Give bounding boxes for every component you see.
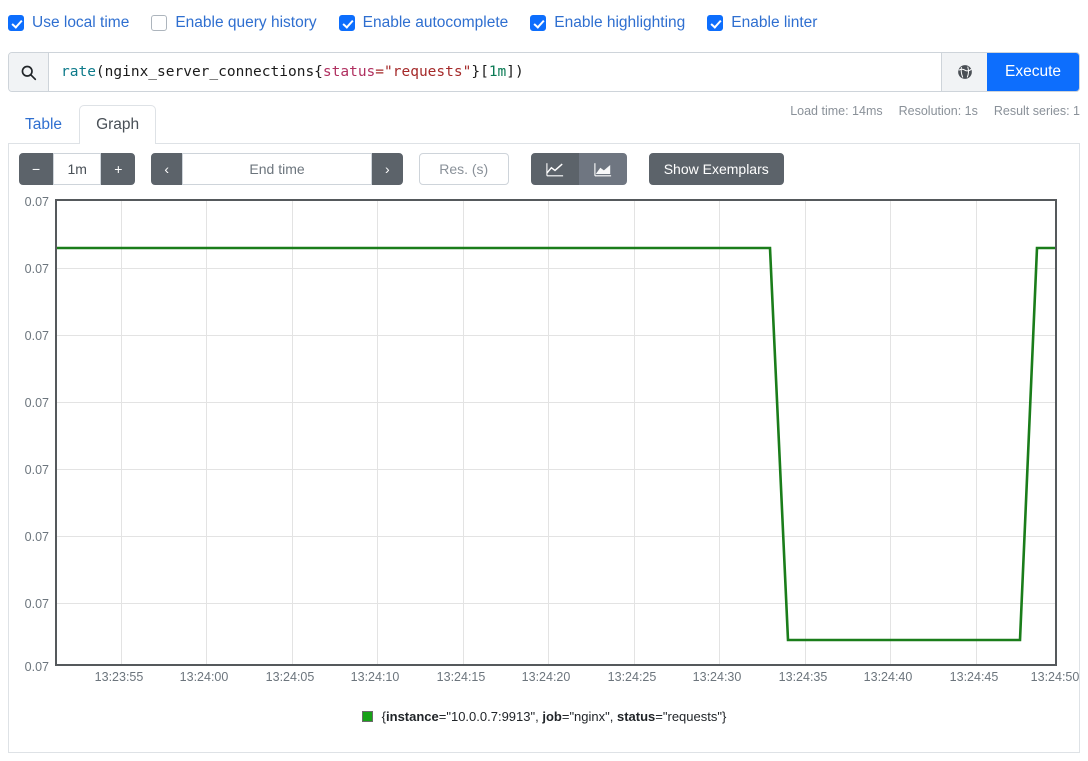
globe-icon[interactable]: [941, 53, 987, 91]
legend-value: "requests": [662, 709, 722, 724]
execute-button[interactable]: Execute: [987, 53, 1079, 91]
y-tick-label: 0.07: [24, 396, 49, 410]
x-tick-label: 13:24:20: [521, 670, 571, 684]
x-tick-label: 13:24:10: [350, 670, 400, 684]
y-tick-label: 0.07: [24, 262, 49, 276]
checkbox-enable-linter[interactable]: [707, 15, 724, 31]
query-token-open-paren: (: [95, 64, 105, 80]
query-token-equals: =: [375, 64, 385, 80]
option-enable-query-history[interactable]: Enable query history: [151, 14, 317, 32]
x-tick-label: 13:24:05: [265, 670, 315, 684]
resolution-input[interactable]: Res. (s): [418, 153, 509, 185]
chart-type-toggle: [530, 153, 627, 185]
checkbox-enable-query-history[interactable]: [151, 15, 168, 31]
query-token-open-brace: {: [314, 64, 323, 80]
y-tick-label: 0.07: [24, 597, 49, 611]
option-label-enable-query-history: Enable query history: [175, 14, 317, 32]
y-tick-label: 0.07: [24, 463, 49, 477]
line-chart-icon[interactable]: [530, 153, 579, 185]
y-tick-label: 0.07: [24, 660, 49, 674]
query-bar: rate(nginx_server_connections{status = "re…: [8, 52, 1080, 92]
legend-item[interactable]: {instance="10.0.0.7:9913", job="nginx", …: [361, 709, 727, 724]
option-label-enable-highlighting: Enable highlighting: [554, 14, 686, 32]
show-exemplars-button[interactable]: Show Exemplars: [648, 153, 784, 185]
result-tabs-row: Table Graph Load time: 14ms Resolution: …: [8, 100, 1080, 144]
x-tick-label: 13:24:25: [607, 670, 657, 684]
query-token-close-bracket: ]: [506, 64, 516, 80]
x-axis-labels: 13:23:55 13:24:00 13:24:05 13:24:10 13:2…: [55, 670, 1080, 692]
graph-legend: {instance="10.0.0.7:9913", job="nginx", …: [9, 709, 1079, 724]
search-icon: [9, 53, 49, 91]
x-tick-label: 13:24:45: [949, 670, 999, 684]
option-label-enable-autocomplete: Enable autocomplete: [362, 14, 509, 32]
query-token-close-brace: }: [471, 64, 481, 80]
x-tick-label: 13:24:15: [436, 670, 486, 684]
y-axis-labels: 0.07 0.07 0.07 0.07 0.07 0.07 0.07 0.07: [9, 194, 55, 674]
graph-plot: 0.07 0.07 0.07 0.07 0.07 0.07 0.07 0.07: [9, 194, 1081, 684]
option-enable-linter[interactable]: Enable linter: [707, 15, 817, 31]
y-tick-label: 0.07: [24, 530, 49, 544]
y-tick-label: 0.07: [24, 329, 49, 343]
legend-key: instance: [386, 709, 439, 724]
legend-value: "nginx": [569, 709, 610, 724]
legend-color-swatch: [361, 711, 373, 722]
x-tick-label: 13:24:35: [778, 670, 828, 684]
query-token-open-bracket: [: [480, 64, 489, 80]
stat-resolution: Resolution: 1s: [898, 104, 978, 118]
query-token-metric: nginx_server_connections: [104, 64, 315, 80]
x-tick-label: 13:23:55: [94, 670, 144, 684]
result-tabs: Table Graph: [8, 100, 157, 144]
query-stats: Load time: 14ms Resolution: 1s Result se…: [790, 104, 1080, 118]
query-token-label: status: [322, 64, 376, 80]
range-decrease-button[interactable]: −: [19, 153, 54, 185]
legend-key: job: [542, 709, 562, 724]
tab-table[interactable]: Table: [8, 105, 79, 144]
option-label-use-local-time: Use local time: [32, 14, 130, 32]
query-options-row: Use local time Enable query history Enab…: [0, 0, 1088, 46]
range-increase-button[interactable]: +: [101, 153, 136, 185]
graph-panel: − 1m + ‹ End time › Res. (s) Show Exempl…: [8, 144, 1080, 753]
y-tick-label: 0.07: [24, 195, 49, 209]
tab-graph[interactable]: Graph: [79, 104, 157, 144]
end-time-next-button[interactable]: ›: [372, 153, 403, 185]
checkbox-enable-autocomplete[interactable]: [338, 15, 355, 31]
checkbox-enable-highlighting[interactable]: [530, 15, 547, 31]
graph-controls: − 1m + ‹ End time › Res. (s) Show Exempl…: [9, 144, 1079, 194]
query-token-value: "requests": [384, 64, 472, 80]
option-enable-highlighting[interactable]: Enable highlighting: [530, 15, 685, 31]
option-label-enable-linter: Enable linter: [731, 14, 818, 32]
end-time-input[interactable]: End time: [182, 153, 373, 185]
end-time-prev-button[interactable]: ‹: [151, 153, 183, 185]
stacked-area-chart-icon[interactable]: [578, 153, 627, 185]
x-tick-label: 13:24:30: [692, 670, 742, 684]
checkbox-use-local-time[interactable]: [8, 15, 24, 31]
option-enable-autocomplete[interactable]: Enable autocomplete: [338, 14, 509, 32]
series-line: [57, 201, 1055, 664]
query-token-function: rate: [61, 64, 96, 80]
legend-key: status: [616, 709, 656, 724]
query-token-duration: 1m: [488, 64, 507, 80]
legend-value: "10.0.0.7:9913": [446, 709, 536, 724]
stat-result-series: Result series: 1: [993, 104, 1080, 118]
x-tick-label: 13:24:50: [1030, 670, 1080, 684]
end-time-navigator: ‹ End time ›: [151, 153, 403, 185]
option-use-local-time[interactable]: Use local time: [8, 15, 129, 31]
stat-load-time: Load time: 14ms: [790, 104, 883, 118]
plot-area[interactable]: [55, 199, 1057, 666]
x-tick-label: 13:24:00: [179, 670, 229, 684]
prometheus-query-page: Use local time Enable query history Enab…: [0, 0, 1088, 761]
query-token-close-paren: ): [515, 64, 524, 80]
legend-label: {instance="10.0.0.7:9913", job="nginx", …: [381, 709, 727, 724]
range-input[interactable]: 1m: [53, 153, 102, 185]
range-stepper: − 1m +: [19, 153, 136, 185]
query-input[interactable]: rate(nginx_server_connections{status = "re…: [49, 53, 941, 91]
x-tick-label: 13:24:40: [863, 670, 913, 684]
